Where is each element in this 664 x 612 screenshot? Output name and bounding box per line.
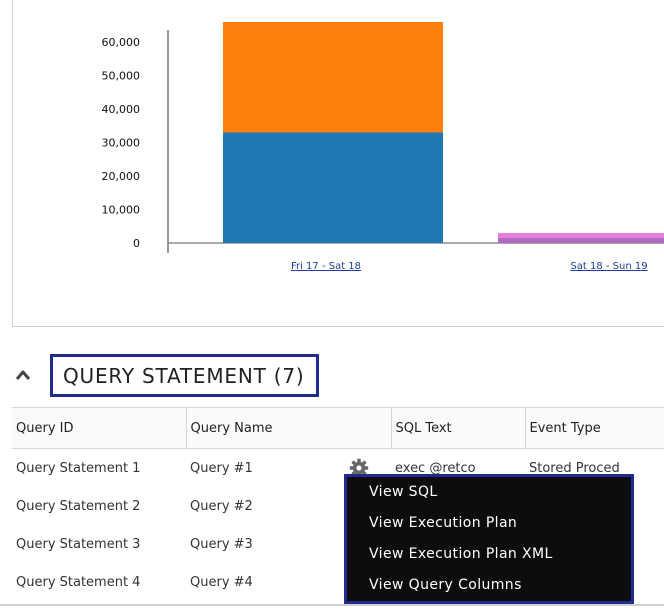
menu-item-view-execution-plan-xml[interactable]: View Execution Plan XML: [347, 539, 631, 570]
y-tick-label: 40,000: [102, 103, 141, 116]
query-name-text: Query #2: [190, 498, 253, 514]
column-header-query-id[interactable]: Query ID: [12, 407, 187, 449]
x-category-label[interactable]: Fri 17 - Sat 18: [291, 261, 361, 272]
y-tick-label: 50,000: [102, 70, 141, 83]
section-header: QUERY STATEMENT (7): [12, 352, 319, 398]
section-title: QUERY STATEMENT (7): [50, 353, 319, 397]
query-id-cell: Query Statement 1: [16, 460, 141, 476]
bar-segment: [498, 232, 664, 238]
chevron-up-icon[interactable]: [12, 364, 34, 386]
menu-item-view-sql[interactable]: View SQL: [347, 477, 631, 508]
y-tick-label: 20,000: [102, 170, 141, 183]
stacked-bar-chart: 0 10,000 20,000 30,000 40,000 50,000 60,000 Fri…: [102, 22, 664, 272]
query-id-cell: Query Statement 3: [16, 536, 141, 552]
row-context-menu: View SQL View Execution Plan View Execut…: [344, 474, 634, 604]
column-header-event-type[interactable]: Event Type: [525, 407, 664, 449]
column-header-sql-text[interactable]: SQL Text: [391, 407, 526, 449]
x-category-label[interactable]: Sat 18 - Sun 19: [570, 261, 647, 272]
bar-segment: [223, 22, 443, 133]
query-id-cell: Query Statement 4: [16, 574, 141, 590]
query-name-text: Query #3: [190, 536, 253, 552]
y-tick-label: 60,000: [102, 36, 141, 49]
table-header-row: Query ID Query Name SQL Text Event Type: [12, 407, 664, 449]
menu-item-view-query-columns[interactable]: View Query Columns: [347, 570, 631, 601]
chart-panel: 0 10,000 20,000 30,000 40,000 50,000 60,000 Fri…: [12, 0, 664, 327]
y-tick-label: 0: [133, 237, 140, 250]
query-statement-window: 0 10,000 20,000 30,000 40,000 50,000 60,000 Fri…: [0, 0, 664, 612]
query-name-text: Query #1: [190, 460, 253, 476]
query-id-cell: Query Statement 2: [16, 498, 141, 514]
bar-segment: [498, 237, 664, 243]
query-name-text: Query #4: [190, 574, 253, 590]
table-bottom-border: [0, 604, 664, 606]
menu-item-view-execution-plan[interactable]: View Execution Plan: [347, 508, 631, 539]
bar-segment: [223, 132, 443, 243]
column-header-query-name[interactable]: Query Name: [186, 407, 392, 449]
y-tick-label: 10,000: [102, 204, 141, 217]
y-tick-label: 30,000: [102, 137, 141, 150]
